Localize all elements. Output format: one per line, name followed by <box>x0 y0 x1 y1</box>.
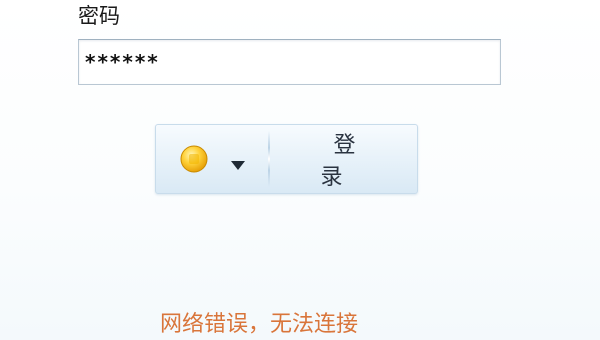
caret-down-icon[interactable] <box>231 155 245 170</box>
login-button[interactable]: 登 录 <box>272 125 417 193</box>
password-input[interactable] <box>85 40 494 84</box>
login-panel: 密码 ****** 登 录 网络错误，无法连接 <box>0 0 600 340</box>
password-field[interactable] <box>78 39 501 85</box>
online-status-orb-icon <box>180 145 208 173</box>
network-error-message: 网络错误，无法连接 <box>160 312 359 337</box>
password-label: 密码 <box>78 4 120 28</box>
action-bar-divider <box>268 131 270 187</box>
login-action-bar: 登 录 <box>155 124 418 194</box>
online-status-dropdown[interactable] <box>156 125 268 193</box>
